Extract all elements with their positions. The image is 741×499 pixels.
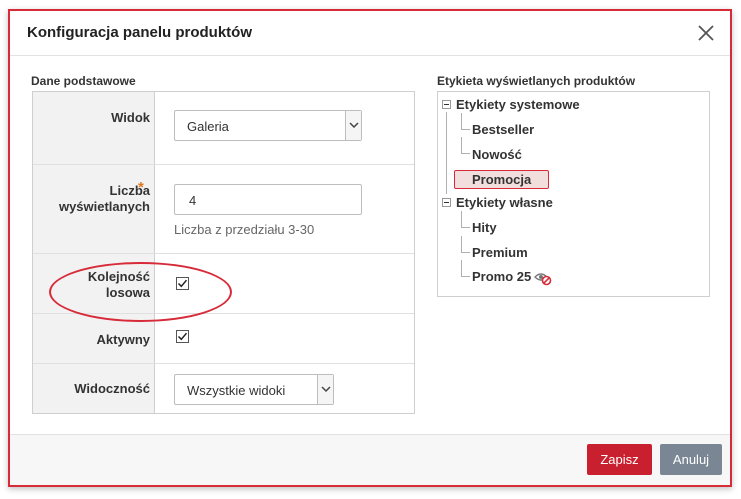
collapse-toggle-system[interactable]: [442, 100, 451, 109]
form-row-count: Liczba wyświetlanych * 4 Liczba z przedz…: [33, 165, 414, 254]
view-select-value: Galeria: [187, 119, 229, 134]
tree-item-nowosc[interactable]: Nowość: [472, 147, 522, 162]
basic-data-form: Widok Galeria Liczba wyświetlanych * 4 L…: [32, 91, 415, 414]
dialog-header: Konfiguracja panelu produktów: [10, 11, 730, 56]
tree-item-bestseller[interactable]: Bestseller: [472, 122, 534, 137]
save-button[interactable]: Zapisz: [587, 444, 652, 475]
count-input-value: 4: [189, 193, 197, 208]
close-button[interactable]: [696, 23, 716, 43]
count-label: Liczba wyświetlanych: [58, 183, 150, 214]
view-label: Widok: [111, 110, 150, 125]
chevron-down-icon: [348, 122, 359, 129]
count-hint: Liczba z przedziału 3-30: [174, 222, 315, 237]
product-panel-dialog: Konfiguracja panelu produktów Dane podst…: [8, 9, 732, 487]
view-select[interactable]: Galeria: [174, 110, 362, 141]
eye-hidden-icon: [534, 273, 552, 286]
tree-item-premium[interactable]: Premium: [472, 245, 528, 260]
random-order-checkbox[interactable]: [176, 277, 189, 290]
form-row-random: Kolejność losowa: [33, 254, 414, 314]
checkmark-icon: [177, 332, 188, 341]
tree-item-promocja[interactable]: Promocja: [454, 170, 550, 189]
dialog-footer: Zapisz Anuluj: [10, 434, 730, 485]
form-row-visibility: Widoczność Wszystkie widoki: [33, 364, 414, 415]
basic-data-section-label: Dane podstawowe: [31, 74, 136, 88]
tree-group-system[interactable]: Etykiety systemowe: [456, 97, 580, 112]
labels-section-label: Etykieta wyświetlanych produktów: [437, 74, 636, 88]
form-row-view: Widok Galeria: [33, 92, 414, 165]
dialog-title: Konfiguracja panelu produktów: [27, 24, 253, 41]
visibility-select[interactable]: Wszystkie widoki: [174, 374, 334, 405]
active-label: Aktywny: [96, 332, 150, 347]
tree-group-custom[interactable]: Etykiety własne: [456, 195, 553, 210]
visibility-label: Widoczność: [74, 381, 150, 396]
form-row-active: Aktywny: [33, 314, 414, 364]
close-icon: [698, 25, 714, 41]
chevron-down-icon: [320, 386, 331, 393]
collapse-toggle-custom[interactable]: [442, 198, 451, 207]
tree-item-hity[interactable]: Hity: [472, 220, 497, 235]
active-checkbox[interactable]: [176, 330, 189, 343]
visibility-select-value: Wszystkie widoki: [187, 383, 286, 398]
checkmark-icon: [177, 279, 188, 288]
labels-tree: Etykiety systemowe Bestseller Nowość Pro…: [437, 91, 710, 297]
required-mark: *: [138, 179, 144, 196]
count-input[interactable]: 4: [174, 184, 362, 215]
cancel-button[interactable]: Anuluj: [660, 444, 722, 475]
random-order-label: Kolejność losowa: [87, 269, 150, 300]
tree-item-promo-25[interactable]: Promo 25: [472, 269, 531, 284]
